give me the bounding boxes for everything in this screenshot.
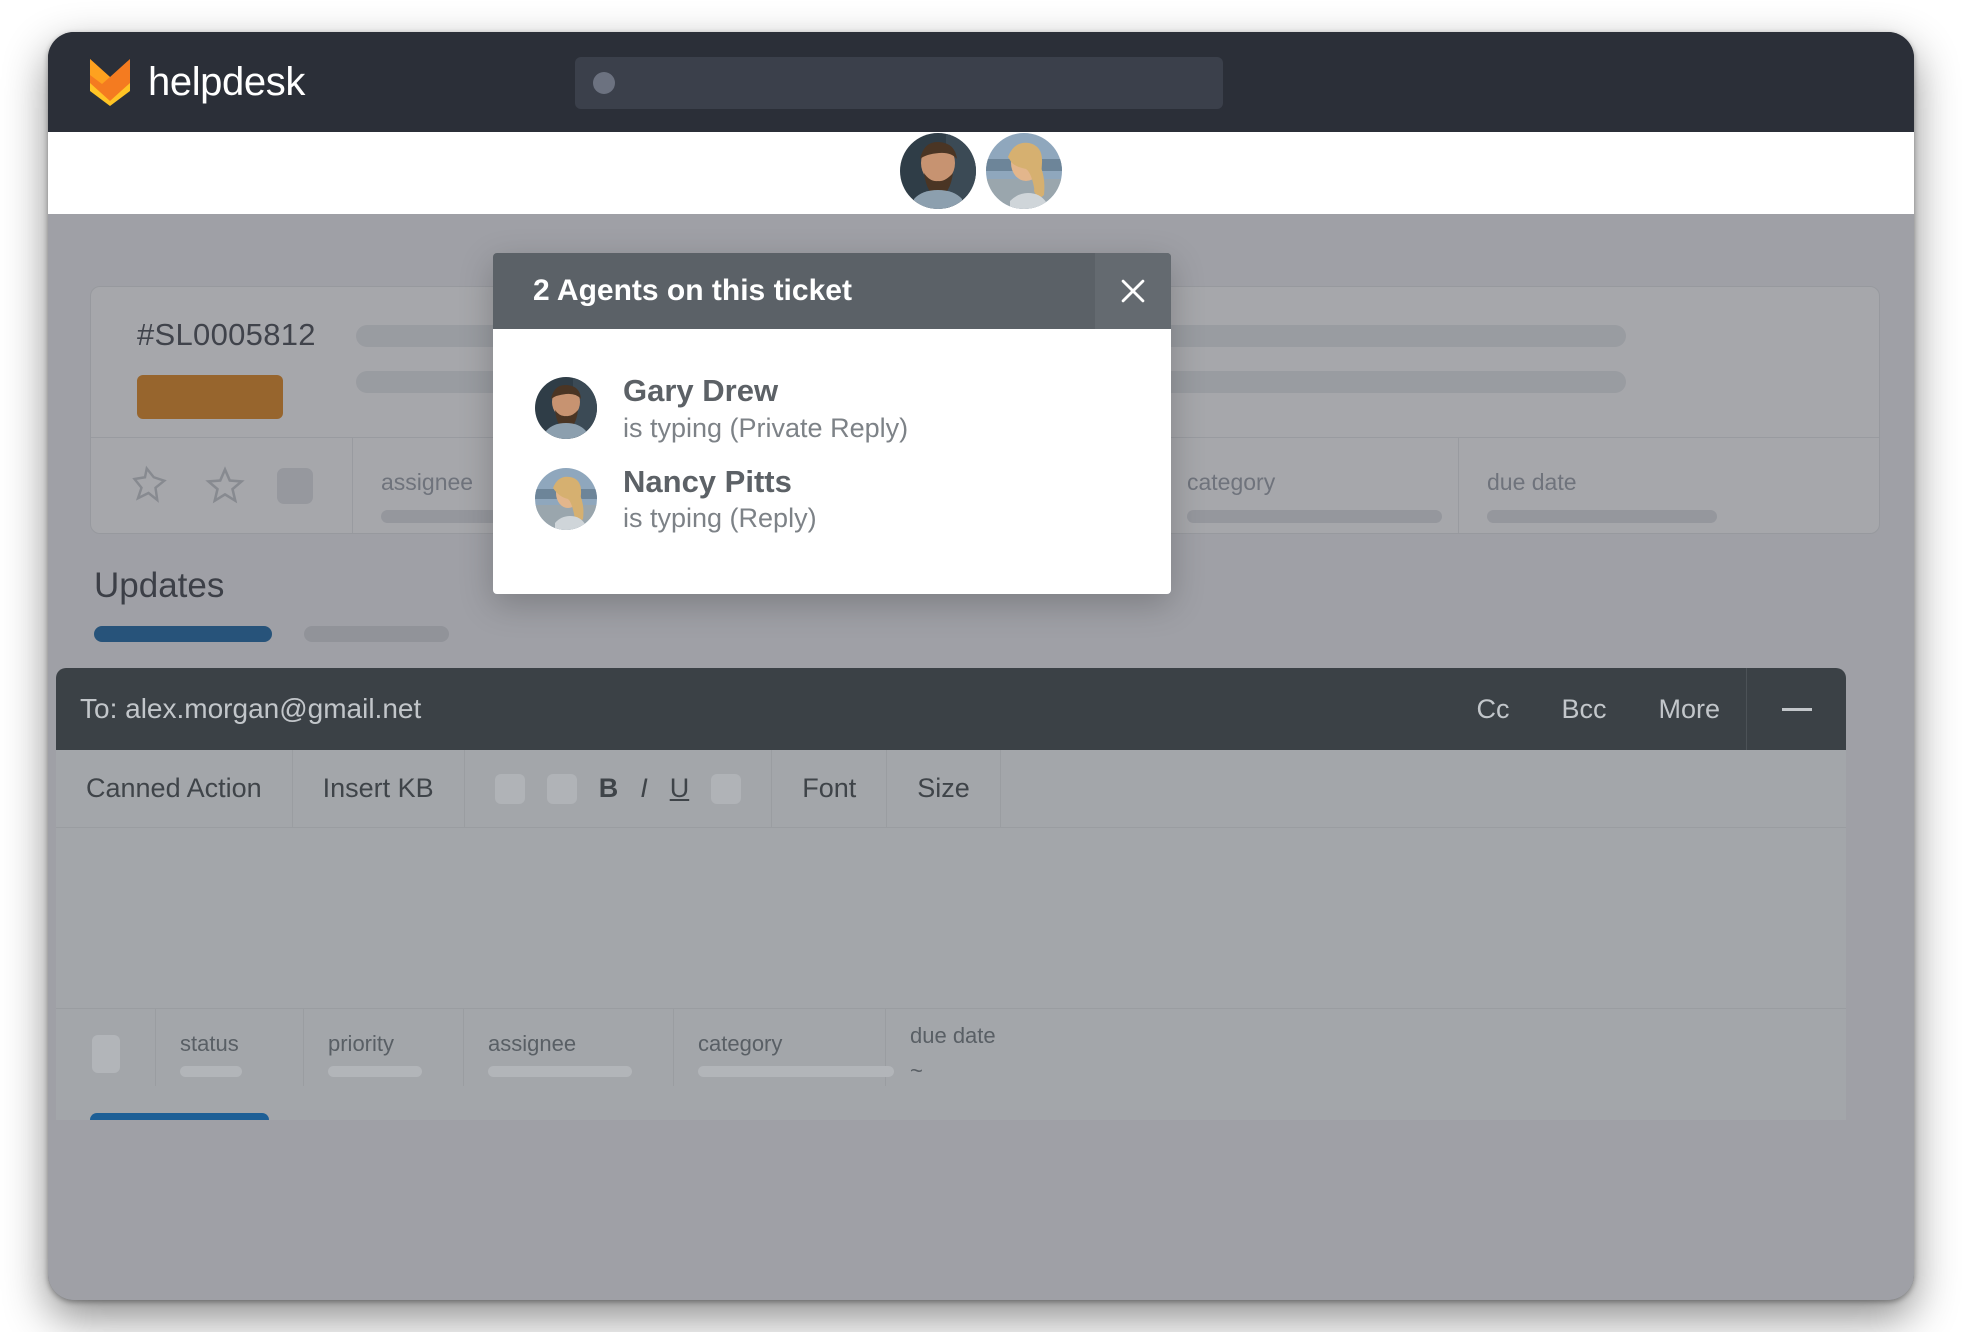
list-item[interactable]: Nancy Pitts is typing (Reply): [493, 454, 1171, 545]
field-label: assignee: [488, 1030, 577, 1056]
field-status[interactable]: status: [156, 1009, 304, 1086]
redo-icon[interactable]: [546, 773, 577, 804]
checkbox-placeholder-icon: [91, 1034, 120, 1073]
modal-header: 2 Agents on this ticket: [493, 253, 1171, 329]
field-assignee[interactable]: assignee: [464, 1009, 674, 1086]
more-button[interactable]: More: [1632, 694, 1746, 725]
agent-name: Gary Drew: [623, 373, 779, 408]
size-select[interactable]: Size: [887, 750, 1001, 827]
row-selector[interactable]: [56, 1009, 156, 1086]
list-item[interactable]: Gary Drew is typing (Private Reply): [493, 363, 1171, 454]
field-category[interactable]: category: [674, 1009, 894, 1086]
agents-presence-strip: [48, 132, 1914, 237]
font-label: Font: [802, 773, 857, 803]
insert-kb-button[interactable]: Insert KB: [293, 750, 465, 827]
app-window: helpdesk #SL0005812 assignee category du…: [48, 32, 1914, 1300]
field-label: status: [180, 1030, 239, 1056]
agent-status: is typing (Reply): [623, 503, 817, 534]
bcc-button[interactable]: Bcc: [1535, 694, 1632, 725]
add-reply-button[interactable]: Add Reply: [90, 1113, 269, 1120]
field-value-placeholder: [698, 1065, 894, 1077]
italic-button[interactable]: I: [640, 773, 648, 804]
size-label: Size: [917, 773, 970, 803]
agent-info: Gary Drew is typing (Private Reply): [623, 373, 908, 444]
message-editor[interactable]: [56, 828, 1846, 1008]
bold-button[interactable]: B: [599, 773, 619, 804]
agents-on-ticket-modal: 2 Agents on this ticket Gary Drew is typ…: [493, 253, 1171, 594]
formatting-toolbar: Canned Action Insert KB B I U Font Size: [56, 750, 1846, 828]
text-style-group: B I U: [465, 750, 773, 827]
composer-footer: Add Reply Reset Draft saved: [56, 1086, 1846, 1120]
field-label: priority: [328, 1030, 395, 1056]
field-value: ~: [910, 1058, 923, 1083]
close-icon[interactable]: [1095, 253, 1171, 329]
field-value-placeholder: [328, 1065, 422, 1077]
avatar: [535, 467, 597, 530]
modal-body: Gary Drew is typing (Private Reply) Nanc…: [493, 329, 1171, 594]
minimize-icon[interactable]: [1746, 668, 1846, 750]
fox-logo-icon: [90, 59, 130, 106]
canned-action-button[interactable]: Canned Action: [56, 750, 293, 827]
composer-header: To: alex.morgan@gmail.net Cc Bcc More: [56, 668, 1846, 750]
strikethrough-icon[interactable]: [711, 773, 742, 804]
insert-kb-label: Insert KB: [322, 773, 434, 803]
field-due-date[interactable]: due date ~: [886, 1009, 1846, 1086]
avatar: [986, 133, 1062, 209]
agent-info: Nancy Pitts is typing (Reply): [623, 464, 817, 535]
avatar: [535, 377, 597, 440]
canned-action-label: Canned Action: [86, 773, 262, 803]
modal-title: 2 Agents on this ticket: [533, 274, 852, 307]
ticket-properties-row: status priority assignee category due da…: [56, 1008, 1846, 1086]
avatar: [900, 133, 976, 209]
underline-button[interactable]: U: [670, 773, 690, 804]
undo-icon[interactable]: [494, 773, 525, 804]
agent-status: is typing (Private Reply): [623, 412, 909, 443]
field-value-placeholder: [488, 1065, 632, 1077]
search-icon: [593, 72, 615, 94]
cc-button[interactable]: Cc: [1450, 694, 1535, 725]
font-select[interactable]: Font: [772, 750, 888, 827]
brand-name: helpdesk: [148, 59, 305, 104]
field-label: category: [698, 1030, 783, 1056]
field-value-placeholder: [180, 1065, 242, 1077]
field-label: due date: [910, 1023, 996, 1048]
recipient-line: To: alex.morgan@gmail.net: [80, 693, 422, 724]
top-navbar: helpdesk: [48, 32, 1914, 132]
field-priority[interactable]: priority: [304, 1009, 464, 1086]
search-input[interactable]: [575, 57, 1223, 109]
brand-logo[interactable]: helpdesk: [88, 57, 305, 107]
reply-composer: To: alex.morgan@gmail.net Cc Bcc More Ca…: [56, 668, 1846, 1120]
composer-header-actions: Cc Bcc More: [1450, 668, 1846, 750]
agent-name: Nancy Pitts: [623, 463, 792, 499]
